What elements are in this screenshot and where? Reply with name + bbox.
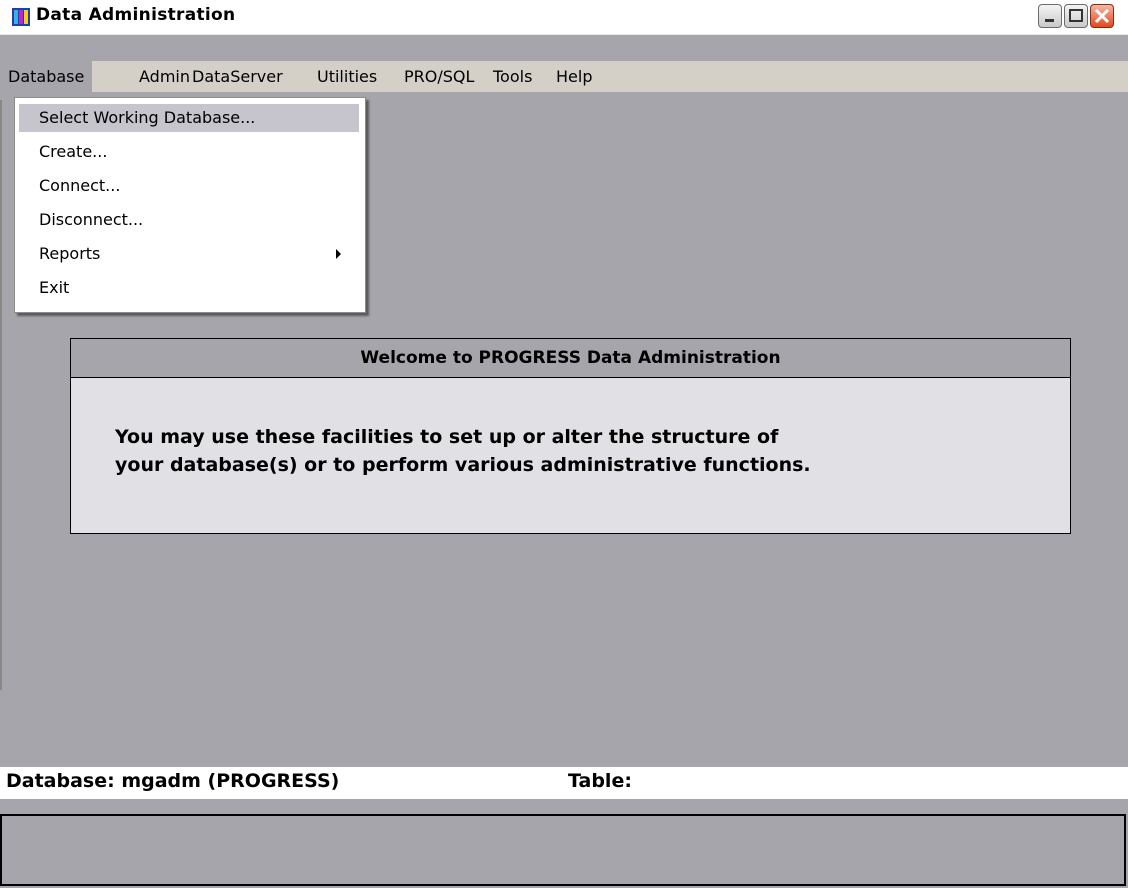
database-menu-dropdown: Select Working Database... Create... Con… (14, 97, 366, 313)
app-window: Data Administration Database Admin DataS… (0, 0, 1128, 888)
title-bar[interactable]: Data Administration (0, 0, 1128, 35)
close-button[interactable] (1090, 4, 1114, 28)
minimize-button[interactable] (1038, 4, 1062, 28)
status-line: Database: mgadm (PROGRESS) Table: (0, 767, 1128, 799)
welcome-message: You may use these facilities to set up o… (115, 423, 1015, 479)
menu-pro-sql[interactable]: PRO/SQL (396, 61, 482, 92)
menu-bar: Database Admin DataServer Utilities PRO/… (0, 61, 1128, 92)
close-icon (1094, 8, 1110, 24)
message-area (0, 814, 1126, 886)
maximize-button[interactable] (1064, 4, 1088, 28)
menu-item-select-working-database[interactable]: Select Working Database... (19, 104, 359, 132)
window-edge (0, 100, 2, 690)
menu-item-label: Connect... (39, 176, 121, 195)
welcome-heading: Welcome to PROGRESS Data Administration (71, 339, 1070, 378)
table-status: Table: (568, 770, 632, 792)
menu-help[interactable]: Help (548, 61, 600, 92)
menu-item-label: Exit (39, 278, 70, 297)
menu-database[interactable]: Database (0, 61, 93, 92)
welcome-line-2: your database(s) or to perform various a… (115, 454, 811, 476)
app-icon (12, 8, 30, 26)
menu-tools[interactable]: Tools (485, 61, 540, 92)
menu-utilities[interactable]: Utilities (309, 61, 385, 92)
welcome-panel: Welcome to PROGRESS Data Administration … (70, 338, 1071, 534)
menu-item-exit[interactable]: Exit (15, 274, 355, 302)
submenu-arrow-icon (336, 249, 341, 259)
menu-item-label: Reports (39, 244, 101, 263)
maximize-icon (1069, 9, 1083, 22)
minimize-icon (1045, 19, 1054, 22)
menu-item-reports[interactable]: Reports (15, 240, 355, 268)
database-status: Database: mgadm (PROGRESS) (6, 770, 340, 792)
menu-item-create[interactable]: Create... (15, 138, 355, 166)
menu-item-connect[interactable]: Connect... (15, 172, 355, 200)
window-title: Data Administration (36, 5, 236, 25)
welcome-line-1: You may use these facilities to set up o… (115, 426, 779, 448)
menu-item-label: Disconnect... (39, 210, 144, 229)
menu-item-label: Select Working Database... (39, 108, 256, 127)
menu-item-label: Create... (39, 142, 108, 161)
menu-item-disconnect[interactable]: Disconnect... (15, 206, 355, 234)
menu-dataserver[interactable]: DataServer (184, 61, 291, 92)
